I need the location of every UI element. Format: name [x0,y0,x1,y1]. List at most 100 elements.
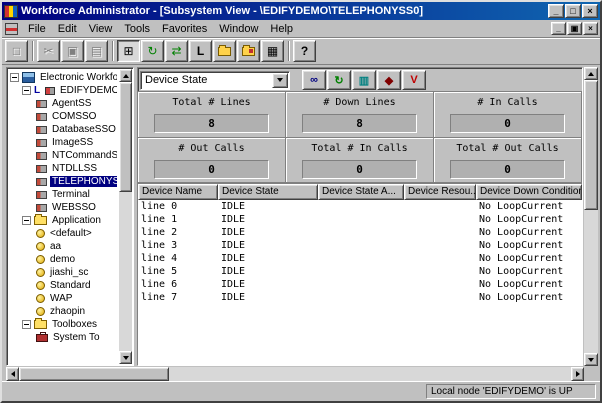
tree-item-toolboxes[interactable]: Toolboxes [10,318,117,331]
menu-edit[interactable]: Edit [52,21,83,37]
table-row[interactable]: line 7IDLENo LoopCurrent [138,291,582,304]
tree-view-button[interactable]: ⊞ [117,40,140,62]
child-close-button[interactable]: × [583,22,598,35]
minimize-button[interactable]: _ [548,4,564,18]
cut-button[interactable]: ✂ [37,40,60,62]
scroll-thumb[interactable] [119,82,132,192]
menu-tools[interactable]: Tools [118,21,156,37]
scroll-up-button[interactable] [119,69,132,82]
dropdown-button[interactable] [272,73,288,88]
scroll-track[interactable] [19,367,571,381]
tree-item-system-toolbox[interactable]: System To [10,331,117,344]
tree-item-telephonyss0[interactable]: TELEPHONYSS0 [10,175,117,188]
child-restore-button[interactable]: ▣ [567,22,582,35]
scroll-left-button[interactable] [6,367,19,381]
node-status: Local node 'EDIFYDEMO' is UP [426,384,596,399]
column-header-device-state-a[interactable]: Device State A... [318,184,404,200]
tree-item-websso[interactable]: WEBSSO [10,201,117,214]
stat-value: 8 [154,114,269,133]
title-bar[interactable]: Workforce Administrator - [Subsystem Vie… [2,2,600,20]
tree-item-application[interactable]: Application [10,214,117,227]
table-row[interactable]: line 5IDLENo LoopCurrent [138,265,582,278]
tree-item-ntdllss[interactable]: NTDLLSS [10,162,117,175]
paste-button[interactable]: ▤ [85,40,108,62]
menu-view[interactable]: View [83,21,119,37]
scroll-track[interactable] [584,80,598,353]
main-horizontal-scrollbar[interactable] [6,367,584,381]
tree-item-terminal[interactable]: Terminal [10,188,117,201]
open-folder-button[interactable] [213,40,236,62]
open-folder-icon [218,47,231,56]
alarm-button[interactable]: ◆ [377,70,401,90]
monitor-button[interactable]: ▥ [352,70,376,90]
find-button[interactable]: ∞ [302,70,326,90]
tree-scrollbar[interactable] [119,69,132,364]
help-button[interactable]: ? [293,40,316,62]
column-header-device-name[interactable]: Device Name [138,184,218,200]
main-toolbar: □ ✂ ▣ ▤ ⊞ ↻ ⇄ L ▦ ? [2,38,600,65]
monitor-icon: ▥ [359,74,369,87]
sync-button[interactable]: ⇄ [165,40,188,62]
collapse-icon[interactable] [10,73,19,82]
find-icon: ∞ [310,74,318,86]
child-minimize-button[interactable]: _ [551,22,566,35]
scroll-up-button[interactable] [584,67,598,80]
menu-favorites[interactable]: Favorites [156,21,213,37]
maximize-button[interactable]: □ [565,4,581,18]
table-row[interactable]: line 0IDLENo LoopCurrent [138,200,582,213]
menu-help[interactable]: Help [264,21,299,37]
subsystem-icon [36,126,47,134]
refresh-view-button[interactable]: ↻ [327,70,351,90]
scroll-thumb[interactable] [584,80,598,210]
tree-item-edifydemo[interactable]: L EDIFYDEMO [10,84,117,97]
paste-icon: ▤ [91,44,102,58]
scroll-track[interactable] [119,82,132,351]
column-header-device-state[interactable]: Device State [218,184,318,200]
scroll-thumb[interactable] [19,367,169,381]
scroll-down-button[interactable] [584,353,598,366]
subsystem-icon [36,152,47,160]
validate-button[interactable]: V [402,70,426,90]
tree-item-standard[interactable]: Standard [10,279,117,292]
view-toolbar: ∞ ↻ ▥ ◆ V [302,70,427,90]
table-row[interactable]: line 1IDLENo LoopCurrent [138,213,582,226]
column-header-device-resource[interactable]: Device Resou... [404,184,476,200]
table-row[interactable]: line 3IDLENo LoopCurrent [138,239,582,252]
tree-item-electronic-workforce[interactable]: Electronic Workfor [10,71,117,84]
tree-item-zhaopin[interactable]: zhaopin [10,305,117,318]
tree-item-agentss[interactable]: AgentSS [10,97,117,110]
tree-item-aa[interactable]: aa [10,240,117,253]
menu-file[interactable]: File [22,21,52,37]
table-row[interactable]: line 6IDLENo LoopCurrent [138,278,582,291]
stat-total-in-calls: Total # In Calls 0 [286,138,434,184]
menu-window[interactable]: Window [213,21,264,37]
column-header-device-down-condition[interactable]: Device Down Condition [476,184,582,200]
collapse-icon[interactable] [22,86,31,95]
collapse-icon[interactable] [22,216,31,225]
copy-button[interactable]: ▣ [61,40,84,62]
stat-value: 0 [450,160,565,179]
tree-item-default[interactable]: <default> [10,227,117,240]
scroll-down-button[interactable] [119,351,132,364]
tree-item-comsso[interactable]: COMSSO [10,110,117,123]
tree-item-databasesso[interactable]: DatabaseSSO [10,123,117,136]
scroll-right-button[interactable] [571,367,584,381]
close-button[interactable]: × [582,4,598,18]
tree-item-imagess[interactable]: ImageSS [10,136,117,149]
tree-item-ntcommandss[interactable]: NTCommandSS [10,149,117,162]
tree-item-jiashi-sc[interactable]: jiashi_sc [10,266,117,279]
l-badge-icon: L [34,85,43,96]
logs-button[interactable]: L [189,40,212,62]
refresh-button[interactable]: ↻ [141,40,164,62]
new-button[interactable]: □ [5,40,28,62]
view-selector[interactable]: Device State [140,71,290,90]
folder-button[interactable] [237,40,260,62]
document-icon[interactable] [5,23,18,35]
table-row[interactable]: line 4IDLENo LoopCurrent [138,252,582,265]
collapse-icon[interactable] [22,320,31,329]
tree-item-wap[interactable]: WAP [10,292,117,305]
main-vertical-scrollbar[interactable] [584,67,598,366]
tree-item-demo[interactable]: demo [10,253,117,266]
grid-view-button[interactable]: ▦ [261,40,284,62]
table-row[interactable]: line 2IDLENo LoopCurrent [138,226,582,239]
